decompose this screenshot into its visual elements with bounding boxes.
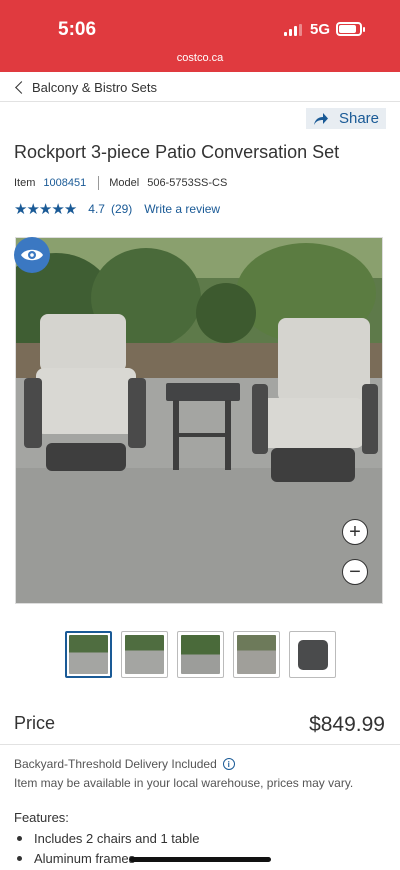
minus-icon: − [349, 561, 361, 583]
share-icon [313, 112, 328, 125]
product-title: Rockport 3-piece Patio Conversation Set [14, 142, 340, 162]
rating-value[interactable]: 4.7 [88, 202, 105, 216]
rating-row: ★★★★★ 4.7 (29) Write a review [14, 200, 220, 218]
rating-count[interactable]: (29) [111, 202, 132, 216]
price-value: $849.99 [309, 713, 385, 736]
eye-button[interactable] [14, 237, 50, 273]
thumbnail-image [181, 635, 220, 674]
share-button[interactable]: Share [306, 108, 386, 129]
feature-item: Includes 2 chairs and 1 table [14, 828, 200, 848]
thumbnail[interactable] [177, 631, 224, 678]
url-bar[interactable]: costco.ca [0, 52, 400, 64]
write-review-link[interactable]: Write a review [144, 202, 220, 216]
zoom-out-button[interactable]: − [342, 559, 368, 585]
info-icon[interactable]: i [222, 758, 235, 770]
product-image[interactable] [15, 237, 383, 604]
product-photo [16, 238, 382, 603]
chevron-left-icon [15, 81, 28, 94]
battery-icon [336, 22, 365, 36]
breadcrumb-label: Balcony & Bistro Sets [32, 80, 157, 95]
zoom-in-button[interactable]: + [342, 519, 368, 545]
delivery-text: Backyard-Threshold Delivery Included [14, 757, 217, 771]
signal-icon [284, 24, 304, 36]
star-icon: ★ [63, 201, 77, 218]
thumbnail[interactable] [289, 631, 336, 678]
separator [98, 176, 100, 190]
features-heading: Features: [14, 810, 69, 825]
thumbnail[interactable] [65, 631, 112, 678]
delivery-info: Backyard-Threshold Delivery Included i [14, 757, 235, 771]
features-list: Includes 2 chairs and 1 table Aluminum f… [14, 828, 200, 868]
divider [0, 744, 400, 745]
share-label: Share [338, 110, 380, 127]
star-icon: ★ [51, 201, 64, 218]
star-rating[interactable]: ★★★★★ [14, 200, 77, 218]
thumbnail-strip [65, 631, 336, 678]
star-icon: ★ [38, 201, 52, 218]
item-number: 1008451 [43, 177, 87, 189]
breadcrumb[interactable]: Balcony & Bistro Sets [14, 80, 157, 95]
network-type: 5G [310, 21, 331, 38]
thumbnail-image [293, 635, 332, 674]
star-icon: ★ [26, 201, 39, 218]
browser-top-bar: 5:06 5G costco.ca [0, 0, 400, 72]
model-number: 506-5753SS-CS [147, 177, 228, 189]
product-identifiers: Item 1008451 Model 506-5753SS-CS [14, 176, 227, 190]
star-icon: ★ [14, 201, 27, 218]
home-indicator[interactable] [129, 857, 271, 862]
plus-icon: + [349, 521, 361, 543]
thumbnail-image [125, 635, 164, 674]
item-label: Item [14, 177, 36, 189]
thumbnail[interactable] [121, 631, 168, 678]
divider [0, 101, 400, 102]
status-time: 5:06 [58, 19, 97, 40]
warehouse-note: Item may be available in your local ware… [14, 776, 354, 790]
thumbnail[interactable] [233, 631, 280, 678]
model-label: Model [109, 177, 140, 189]
price-label: Price [14, 713, 56, 733]
thumbnail-image [69, 635, 108, 674]
thumbnail-image [237, 635, 276, 674]
eye-icon [21, 249, 43, 261]
